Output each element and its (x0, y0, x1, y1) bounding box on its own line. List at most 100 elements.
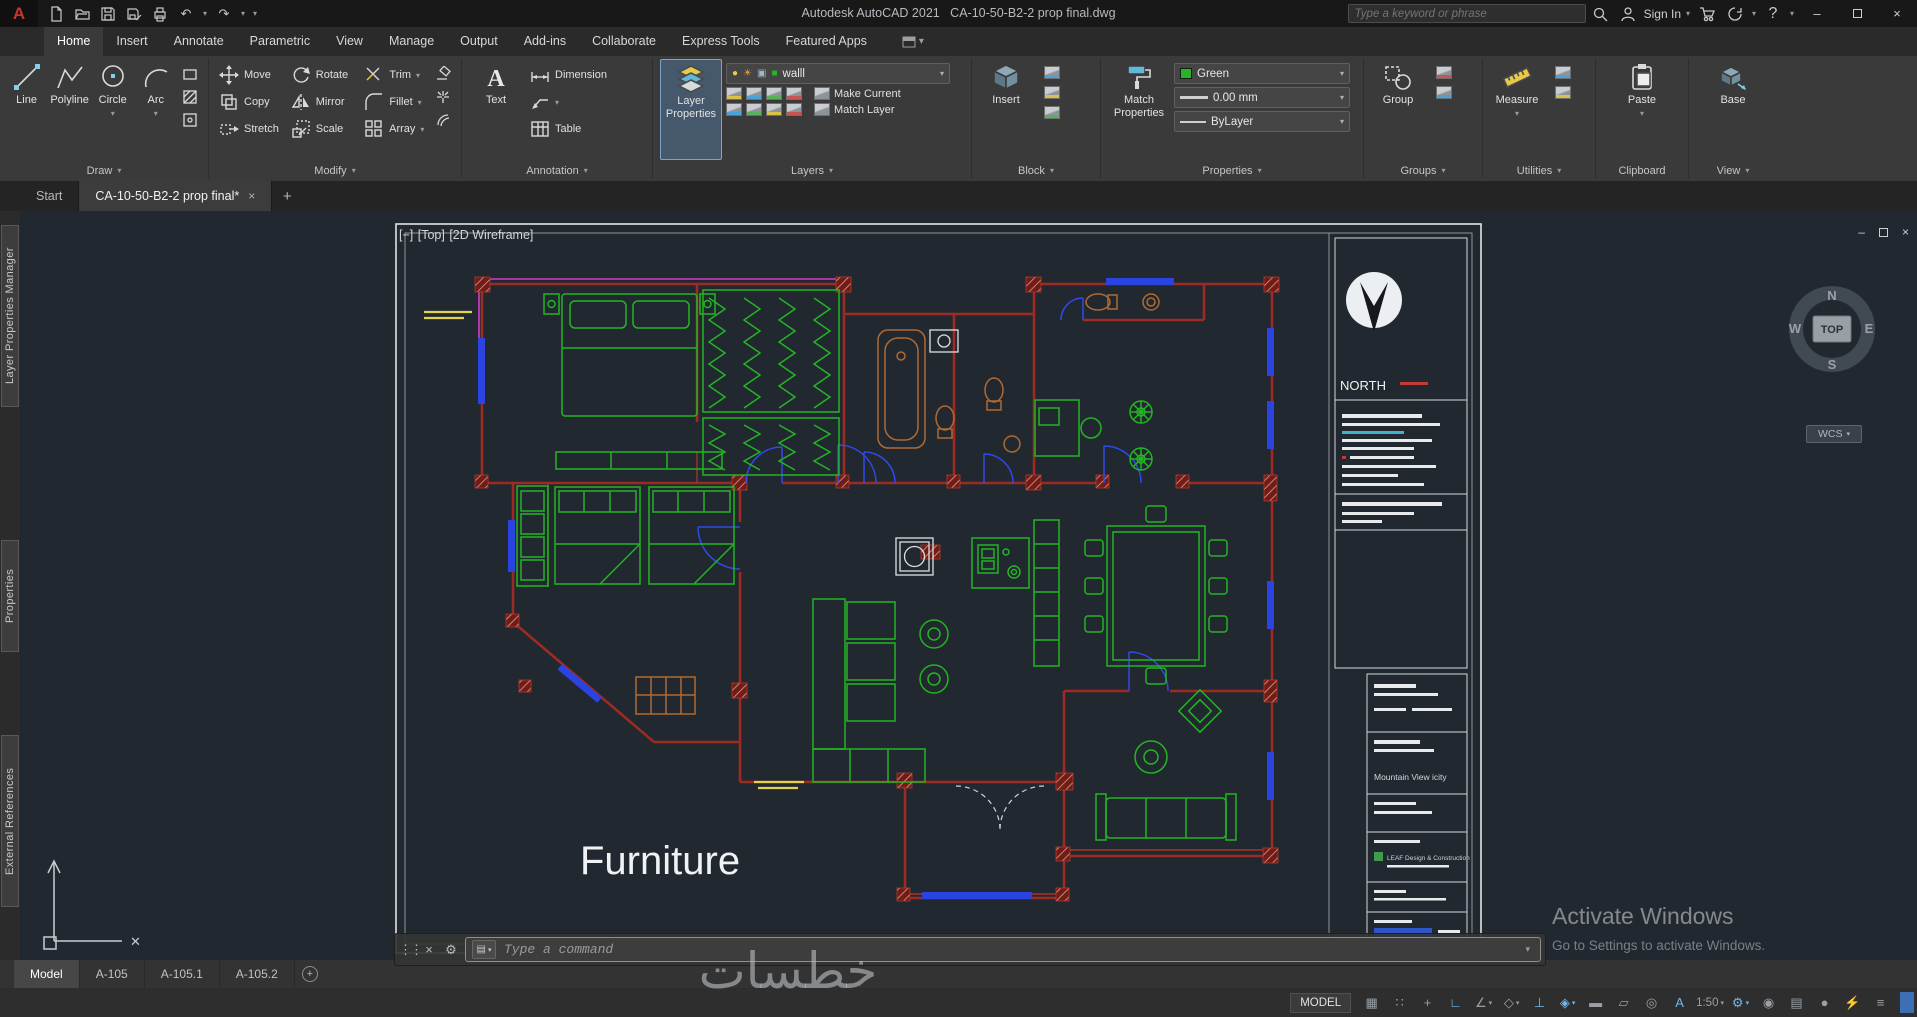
workspace-switching-icon[interactable]: ⚙ ▾ (1727, 991, 1754, 1014)
sign-in-dropdown-icon[interactable]: ▾ (1683, 9, 1693, 18)
polar-tracking-icon[interactable]: ∠ ▾ (1470, 991, 1497, 1014)
scale-button[interactable]: Scale (288, 117, 358, 141)
autocad-logo[interactable]: A (0, 0, 38, 27)
command-customize-icon[interactable]: ⚙ (443, 942, 459, 958)
paste-button[interactable]: Paste ▾ (1615, 59, 1669, 160)
offset-tool-icon[interactable] (434, 112, 452, 128)
palette-layer-properties-manager[interactable]: Layer Properties Manager (1, 225, 19, 407)
drawing-restore-icon[interactable] (1878, 227, 1888, 237)
qat-menu-icon[interactable]: ▾ (250, 9, 260, 18)
exchange-dropdown-icon[interactable]: ▾ (1749, 9, 1759, 18)
object-color-dropdown[interactable]: Green ▾ (1174, 63, 1350, 84)
wcs-dropdown[interactable]: WCS ▾ (1806, 425, 1862, 443)
polyline-button[interactable]: Polyline (50, 59, 89, 160)
dimension-button[interactable]: Dimension (527, 63, 631, 87)
undo-dropdown-icon[interactable]: ▾ (200, 9, 210, 18)
help-dropdown-icon[interactable]: ▾ (1787, 9, 1797, 18)
mirror-button[interactable]: Mirror (288, 90, 358, 114)
ribbon-tab-express-tools[interactable]: Express Tools (669, 27, 773, 56)
layer-freeze-icon[interactable] (766, 87, 782, 100)
move-button[interactable]: Move (216, 63, 284, 87)
circle-button[interactable]: Circle ▾ (93, 59, 132, 160)
panel-label-block[interactable]: Block ▾ (972, 160, 1100, 181)
panel-label-layers[interactable]: Layers ▾ (653, 160, 971, 181)
save-as-icon[interactable] (122, 3, 146, 25)
plot-icon[interactable] (148, 3, 172, 25)
layout-tab-a105-2[interactable]: A-105.2 (220, 960, 295, 988)
annotation-scale-button[interactable]: 1:50 ▾ (1694, 991, 1726, 1014)
new-file-icon[interactable] (44, 3, 68, 25)
region-tool-icon[interactable] (181, 112, 199, 128)
undo-icon[interactable]: ↶ (174, 3, 198, 25)
layer-unisolate-icon[interactable] (726, 103, 742, 116)
drawing-close-icon[interactable]: × (1902, 225, 1909, 239)
make-current-button[interactable]: Make Current (834, 88, 901, 100)
trim-button[interactable]: Trim ▾ (361, 63, 427, 87)
redo-icon[interactable]: ↷ (212, 3, 236, 25)
quick-calc-icon[interactable] (1555, 86, 1571, 99)
save-icon[interactable] (96, 3, 120, 25)
panel-label-view[interactable]: View ▾ (1689, 160, 1777, 181)
command-input[interactable]: ▤ ▾ Type a command ▾ (465, 937, 1541, 962)
lineweight-display-icon[interactable]: ▬ (1582, 991, 1609, 1014)
annotation-monitor-icon[interactable]: ◉ (1755, 991, 1782, 1014)
clean-screen-icon[interactable] (1900, 992, 1914, 1013)
viewport-minimize-control[interactable]: [−] (399, 228, 413, 242)
file-tab-document[interactable]: CA-10-50-B2-2 prop final* × (79, 181, 273, 211)
arc-button[interactable]: Arc ▾ (136, 59, 175, 160)
isometric-drafting-icon[interactable]: ◇ ▾ (1498, 991, 1525, 1014)
panel-label-properties[interactable]: Properties ▾ (1101, 160, 1363, 181)
layer-dropdown[interactable]: ● ☀ ▣ ■ walll ▾ (726, 63, 950, 84)
match-layer-button[interactable]: Match Layer (834, 104, 895, 116)
group-edit-icon[interactable] (1436, 86, 1452, 99)
app-store-cart-icon[interactable] (1693, 0, 1721, 27)
ribbon-tab-home[interactable]: Home (44, 27, 104, 56)
object-snap-icon[interactable]: ◈ ▾ (1554, 991, 1581, 1014)
viewport-visual-style-control[interactable]: [2D Wireframe] (449, 228, 533, 242)
osnap-tracking-icon[interactable]: ⊥ (1526, 991, 1553, 1014)
viewcube-west[interactable]: W (1789, 321, 1802, 336)
create-block-icon[interactable] (1044, 66, 1060, 79)
viewcube-south[interactable]: S (1828, 357, 1837, 372)
search-icon[interactable] (1586, 0, 1614, 27)
drawing-minimize-icon[interactable]: – (1858, 225, 1865, 239)
ungroup-icon[interactable] (1436, 66, 1452, 79)
model-space-button[interactable]: MODEL (1290, 992, 1352, 1013)
ribbon-tab-parametric[interactable]: Parametric (237, 27, 323, 56)
ribbon-tab-featured-apps[interactable]: Featured Apps (773, 27, 880, 56)
layout-tab-model[interactable]: Model (14, 960, 80, 988)
layer-thaw-all-icon[interactable] (746, 103, 762, 116)
viewcube-top-face[interactable]: TOP (1821, 324, 1843, 336)
hatch-tool-icon[interactable] (181, 89, 199, 105)
new-drawing-tab-button[interactable]: + (272, 181, 302, 211)
command-options-icon[interactable]: ▤ ▾ (472, 940, 496, 959)
user-icon[interactable] (1614, 0, 1642, 27)
ribbon-tab-annotate[interactable]: Annotate (161, 27, 237, 56)
table-button[interactable]: Table (527, 117, 631, 141)
line-button[interactable]: Line (7, 59, 46, 160)
ribbon-tab-view[interactable]: View (323, 27, 376, 56)
palette-external-references[interactable]: External References (1, 735, 19, 907)
panel-label-draw[interactable]: Draw ▾ (0, 160, 208, 181)
grid-display-icon[interactable]: ▦ (1358, 991, 1385, 1014)
stretch-button[interactable]: Stretch (216, 117, 284, 141)
open-file-icon[interactable] (70, 3, 94, 25)
ribbon-tab-insert[interactable]: Insert (103, 27, 160, 56)
drag-handle-icon[interactable]: ⋮⋮ (399, 942, 423, 958)
viewcube-east[interactable]: E (1865, 321, 1874, 336)
explode-tool-icon[interactable] (434, 89, 452, 105)
customize-icon[interactable]: ≡ (1867, 991, 1894, 1014)
isolate-objects-icon[interactable]: ● (1811, 991, 1838, 1014)
ribbon-tab-manage[interactable]: Manage (376, 27, 447, 56)
linetype-dropdown[interactable]: ByLayer ▾ (1174, 111, 1350, 132)
search-input[interactable] (1347, 4, 1586, 23)
panel-label-utilities[interactable]: Utilities ▾ (1483, 160, 1595, 181)
panel-label-modify[interactable]: Modify ▾ (209, 160, 461, 181)
manage-attributes-icon[interactable] (1044, 106, 1060, 119)
selection-cycling-icon[interactable]: ◎ (1638, 991, 1665, 1014)
palette-properties[interactable]: Properties (1, 540, 19, 652)
restore-button[interactable] (1837, 0, 1877, 27)
annotation-visibility-icon[interactable]: A (1666, 991, 1693, 1014)
viewcube-north[interactable]: N (1827, 288, 1836, 303)
layout-tab-a105[interactable]: A-105 (80, 960, 145, 988)
